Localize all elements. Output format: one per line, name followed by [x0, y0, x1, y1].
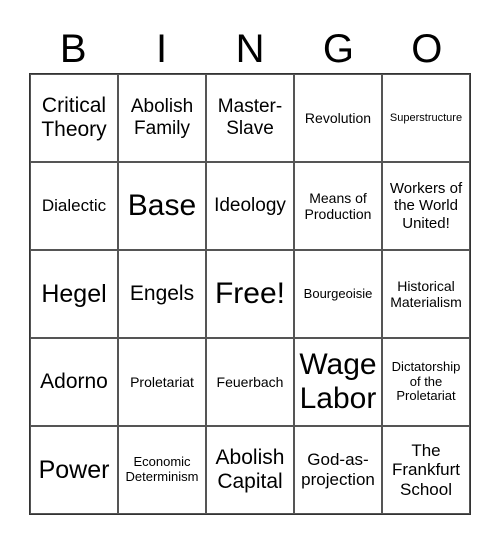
bingo-cell[interactable]: Feuerbach	[206, 338, 294, 426]
bingo-cell[interactable]: Bourgeoisie	[294, 250, 382, 338]
bingo-cell free-space[interactable]: Free!	[206, 250, 294, 338]
bingo-header: B I N G O	[29, 26, 471, 72]
header-letter-o: O	[411, 27, 443, 71]
bingo-cell[interactable]: God-as-projection	[294, 426, 382, 514]
bingo-cell[interactable]: The Frankfurt School	[382, 426, 470, 514]
bingo-cell[interactable]: Engels	[118, 250, 206, 338]
header-letter-g: G	[322, 27, 354, 71]
header-letter-n: N	[235, 27, 265, 71]
bingo-cell[interactable]: Power	[30, 426, 118, 514]
bingo-cell[interactable]: Dictatorship of the Proletariat	[382, 338, 470, 426]
bingo-cell[interactable]: Economic Determinism	[118, 426, 206, 514]
bingo-cell[interactable]: Adorno	[30, 338, 118, 426]
bingo-cell[interactable]: Hegel	[30, 250, 118, 338]
bingo-cell[interactable]: Base	[118, 162, 206, 250]
header-letter-i: I	[156, 27, 168, 71]
bingo-cell[interactable]: Abolish Family	[118, 74, 206, 162]
bingo-cell[interactable]: Ideology	[206, 162, 294, 250]
bingo-cell[interactable]: Critical Theory	[30, 74, 118, 162]
bingo-cell[interactable]: Means of Production	[294, 162, 382, 250]
header-letter-b: B	[59, 27, 87, 71]
bingo-cell[interactable]: Superstructure	[382, 74, 470, 162]
bingo-grid: Critical Theory Abolish Family Master-Sl…	[29, 73, 471, 515]
bingo-cell[interactable]: Proletariat	[118, 338, 206, 426]
bingo-cell[interactable]: Workers of the World United!	[382, 162, 470, 250]
bingo-cell[interactable]: Historical Materialism	[382, 250, 470, 338]
bingo-cell[interactable]: Wage Labor	[294, 338, 382, 426]
bingo-cell[interactable]: Abolish Capital	[206, 426, 294, 514]
bingo-cell[interactable]: Revolution	[294, 74, 382, 162]
bingo-cell[interactable]: Master-Slave	[206, 74, 294, 162]
bingo-cell[interactable]: Dialectic	[30, 162, 118, 250]
